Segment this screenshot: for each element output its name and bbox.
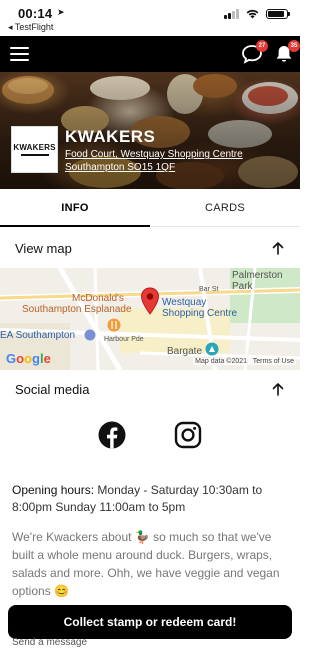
landmark-poi-icon — [205, 342, 219, 356]
arrow-up-icon — [272, 242, 284, 255]
opening-hours-label: Opening hours: — [12, 483, 95, 497]
map-terms-link[interactable]: Terms of Use — [253, 358, 294, 365]
brand-logo-underline — [20, 154, 49, 156]
restaurant-poi-icon — [107, 318, 121, 332]
brand-logo: KWAKERS — [11, 126, 58, 173]
google-logo: Google — [6, 351, 51, 366]
status-icons — [224, 8, 290, 19]
back-to-testflight-link[interactable]: ◂ TestFlight — [8, 22, 53, 33]
chat-button[interactable]: 27 — [241, 40, 268, 65]
wifi-icon — [246, 9, 259, 19]
map-label-westquay: Westquay Shopping Centre — [162, 297, 238, 319]
arrow-up-icon — [272, 383, 284, 396]
menu-hamburger-icon[interactable] — [10, 47, 29, 61]
hero-banner: KWAKERS KWAKERS Food Court, Westquay Sho… — [0, 72, 300, 189]
map-label-bargate: Bargate — [167, 346, 203, 357]
shop-address-link[interactable]: Food Court, Westquay Shopping Centre Sou… — [65, 148, 290, 174]
status-time: 00:14 — [18, 6, 53, 21]
map-label-mcdonalds: McDonald's — [72, 293, 124, 304]
location-arrow-icon: ➤ — [57, 7, 65, 17]
map-poi-icon — [84, 329, 96, 341]
map-label-harbour-pde: Harbour Pde — [104, 336, 144, 343]
top-app-bar: 27 35 — [0, 36, 300, 72]
view-map-toggle[interactable]: View map — [0, 229, 300, 267]
map-credit: Map data ©2021 Terms of Use — [193, 358, 296, 365]
map-data-credit: Map data ©2021 — [195, 358, 248, 365]
collect-stamp-button[interactable]: Collect stamp or redeem card! — [8, 605, 292, 639]
location-map[interactable]: Palmerston Park Bar St McDonald's Southa… — [0, 268, 300, 370]
send-message-link[interactable]: Send a message — [12, 637, 87, 648]
battery-icon — [266, 8, 290, 19]
tab-bar: INFO CARDS — [0, 189, 300, 227]
map-label-esplanade: Southampton Esplanade — [22, 304, 132, 315]
shop-name: KWAKERS — [65, 127, 156, 146]
map-label-bar-st: Bar St — [199, 286, 219, 293]
opening-hours: Opening hours: Monday - Saturday 10:30am… — [12, 482, 290, 516]
notification-badge: 35 — [288, 40, 300, 52]
notifications-button[interactable]: 35 — [273, 40, 300, 65]
status-bar: 00:14 ➤ ◂ TestFlight — [0, 0, 300, 36]
social-icons — [0, 410, 300, 460]
map-label-ea: EA Southampton — [0, 330, 76, 341]
brand-logo-text: KWAKERS — [13, 143, 56, 152]
chat-badge: 27 — [256, 40, 268, 52]
view-map-label: View map — [15, 240, 72, 256]
instagram-icon[interactable] — [174, 421, 202, 449]
facebook-icon[interactable] — [98, 421, 126, 449]
map-pin-icon — [140, 287, 160, 315]
tab-cards[interactable]: CARDS — [150, 189, 300, 226]
map-label-park: Palmerston Park — [232, 270, 283, 292]
shop-description: We're Kwackers about 🦆 so much so that w… — [12, 530, 280, 598]
social-media-label: Social media — [15, 381, 90, 397]
cellular-signal-icon — [224, 8, 239, 19]
tab-info[interactable]: INFO — [0, 189, 150, 227]
social-media-toggle[interactable]: Social media — [0, 370, 300, 408]
